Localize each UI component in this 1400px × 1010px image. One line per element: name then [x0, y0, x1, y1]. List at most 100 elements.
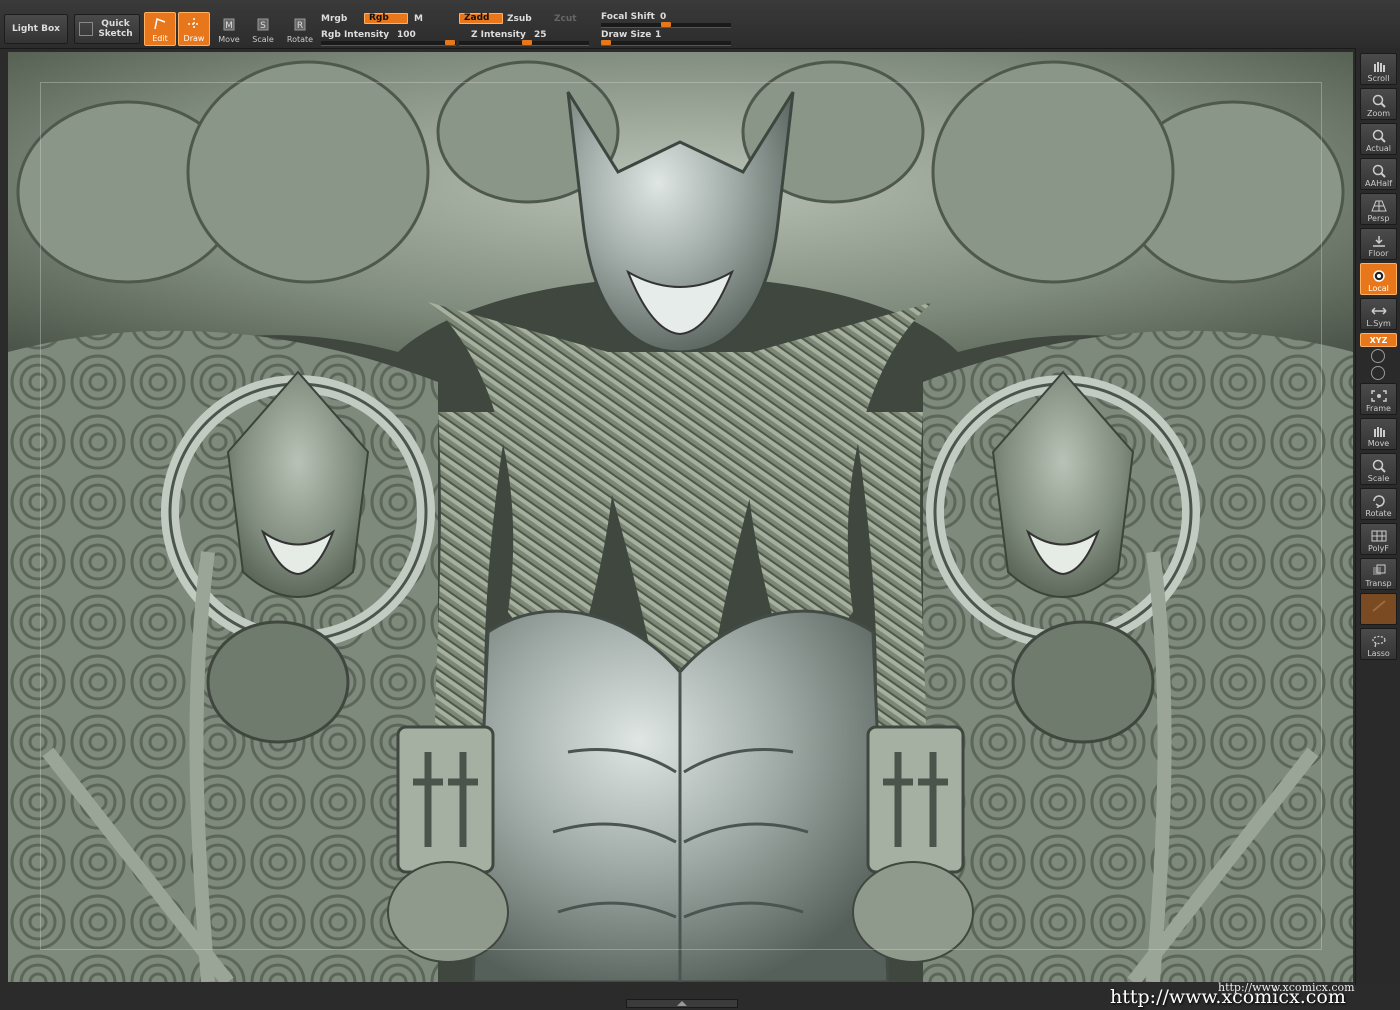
top-toolbar: Light Box Quick Sketch Edit Draw M Move … [0, 0, 1400, 49]
lightbox-button[interactable]: Light Box [4, 14, 68, 44]
floor-icon [1372, 236, 1385, 247]
ghost-button[interactable]: Ghost [1360, 593, 1397, 625]
magnifier-half-icon [1372, 164, 1386, 178]
lightbox-label: Light Box [12, 24, 60, 34]
lasso-label: Lasso [1367, 649, 1390, 658]
polyframe-icon [1371, 530, 1386, 542]
edit-tool-button[interactable]: Edit [144, 12, 176, 46]
rotate-tool-button[interactable]: R Rotate [284, 12, 316, 46]
z-intensity-value: 25 [534, 30, 547, 40]
draw-size-label: Draw Size [601, 30, 652, 40]
rotate-view-button[interactable]: Rotate [1360, 488, 1397, 520]
draw-size-thumb[interactable] [601, 40, 611, 45]
rotate-icon: R [294, 18, 306, 31]
polyf-label: PolyF [1368, 544, 1389, 553]
rotate-view-icon [1372, 495, 1385, 508]
rgb-label: Rgb [369, 13, 389, 23]
frame-button[interactable]: Frame [1360, 383, 1397, 415]
sculpture-render [8, 52, 1353, 982]
scale-view-icon [1372, 459, 1386, 473]
focal-shift-value: 0 [660, 12, 667, 22]
zadd-label: Zadd [464, 13, 490, 23]
quicksketch-label: Quick Sketch [98, 19, 133, 39]
z-intensity-label: Z Intensity [471, 30, 526, 40]
floor-label: Floor [1368, 249, 1389, 258]
frame-icon [1370, 390, 1387, 402]
tray-arrow-icon [677, 1001, 687, 1006]
frame-label: Frame [1366, 404, 1391, 413]
rgb-intensity-track[interactable] [321, 40, 456, 46]
local-icon [1372, 270, 1385, 282]
svg-text:S: S [260, 21, 266, 31]
lasso-icon [1371, 635, 1386, 648]
scale-tool-button[interactable]: S Scale [247, 12, 279, 46]
svg-text:M: M [225, 21, 233, 31]
polyf-button[interactable]: PolyF [1360, 523, 1397, 555]
scale-view-button[interactable]: Scale [1360, 453, 1397, 485]
zoom-label: Zoom [1366, 109, 1391, 118]
zsub-toggle[interactable]: Zsub [507, 14, 532, 24]
rotate-axis-icon-2[interactable] [1371, 366, 1385, 380]
z-intensity-thumb[interactable] [522, 40, 532, 45]
lsym-button[interactable]: L.Sym [1360, 298, 1397, 330]
mrgb-toggle[interactable]: Mrgb [321, 14, 347, 24]
scroll-button[interactable]: Scroll [1360, 53, 1397, 85]
draw-size-track[interactable] [601, 40, 731, 46]
move-icon: M [223, 18, 235, 31]
local-button[interactable]: Local [1360, 263, 1397, 295]
quick-sketch-button[interactable]: Quick Sketch [74, 14, 140, 44]
rotate-axis-icon[interactable] [1371, 349, 1385, 363]
watermark-url-large: http://www.xcomicx.com [1110, 986, 1346, 1008]
move-hand-icon [1373, 427, 1385, 437]
zadd-toggle[interactable]: Zadd [459, 13, 503, 24]
right-shelf: Scroll Zoom Actual AAHalf Persp Floor Lo… [1355, 48, 1400, 1010]
scale-view-label: Scale [1367, 474, 1390, 483]
move-view-label: Move [1367, 439, 1390, 448]
aahalf-label: AAHalf [1364, 179, 1393, 188]
edit-icon [154, 17, 166, 30]
move-view-button[interactable]: Move [1360, 418, 1397, 450]
focal-shift-thumb[interactable] [661, 22, 671, 27]
svg-text:R: R [297, 21, 303, 31]
actual-button[interactable]: Actual [1360, 123, 1397, 155]
document-canvas[interactable] [8, 52, 1353, 982]
draw-icon [188, 18, 200, 30]
hand-icon [1373, 62, 1385, 72]
z-intensity-track[interactable] [459, 40, 589, 46]
persp-label: Persp [1367, 214, 1390, 223]
rgb-intensity-thumb[interactable] [445, 40, 455, 45]
move-tool-label: Move [218, 35, 240, 44]
focal-shift-label: Focal Shift [601, 12, 655, 22]
draw-tool-button[interactable]: Draw [178, 12, 210, 46]
rgb-intensity-label: Rgb Intensity [321, 30, 390, 40]
draw-size-value: 1 [655, 30, 662, 40]
move-tool-button[interactable]: M Move [213, 12, 245, 46]
magnifier-icon [1372, 94, 1386, 108]
rgb-toggle[interactable]: Rgb [364, 13, 408, 24]
rotate-tool-label: Rotate [286, 35, 314, 44]
focal-shift-track[interactable] [601, 22, 731, 28]
transp-button[interactable]: Transp [1360, 558, 1397, 590]
aahalf-button[interactable]: AAHalf [1360, 158, 1397, 190]
actual-label: Actual [1365, 144, 1392, 153]
xyz-button[interactable]: XYZ [1360, 333, 1397, 347]
local-label: Local [1368, 284, 1389, 293]
floor-button[interactable]: Floor [1360, 228, 1397, 260]
edit-tool-label: Edit [152, 34, 168, 43]
persp-button[interactable]: Persp [1360, 193, 1397, 225]
xyz-label: XYZ [1369, 335, 1388, 345]
perspective-grid-icon [1370, 200, 1387, 212]
lsym-label: L.Sym [1366, 319, 1391, 328]
ghost-icon [1371, 600, 1386, 612]
lasso-button[interactable]: Lasso [1360, 628, 1397, 660]
scale-tool-label: Scale [252, 35, 274, 44]
zcut-toggle[interactable]: Zcut [554, 14, 577, 24]
bottom-tray-handle[interactable] [626, 999, 738, 1008]
draw-tool-label: Draw [183, 34, 205, 43]
rgb-intensity-value: 100 [397, 30, 416, 40]
quicksketch-icon [78, 22, 93, 36]
zoom-button[interactable]: Zoom [1360, 88, 1397, 120]
m-toggle[interactable]: M [414, 14, 423, 24]
magnifier-actual-icon [1372, 129, 1386, 143]
transp-label: Transp [1365, 579, 1392, 588]
